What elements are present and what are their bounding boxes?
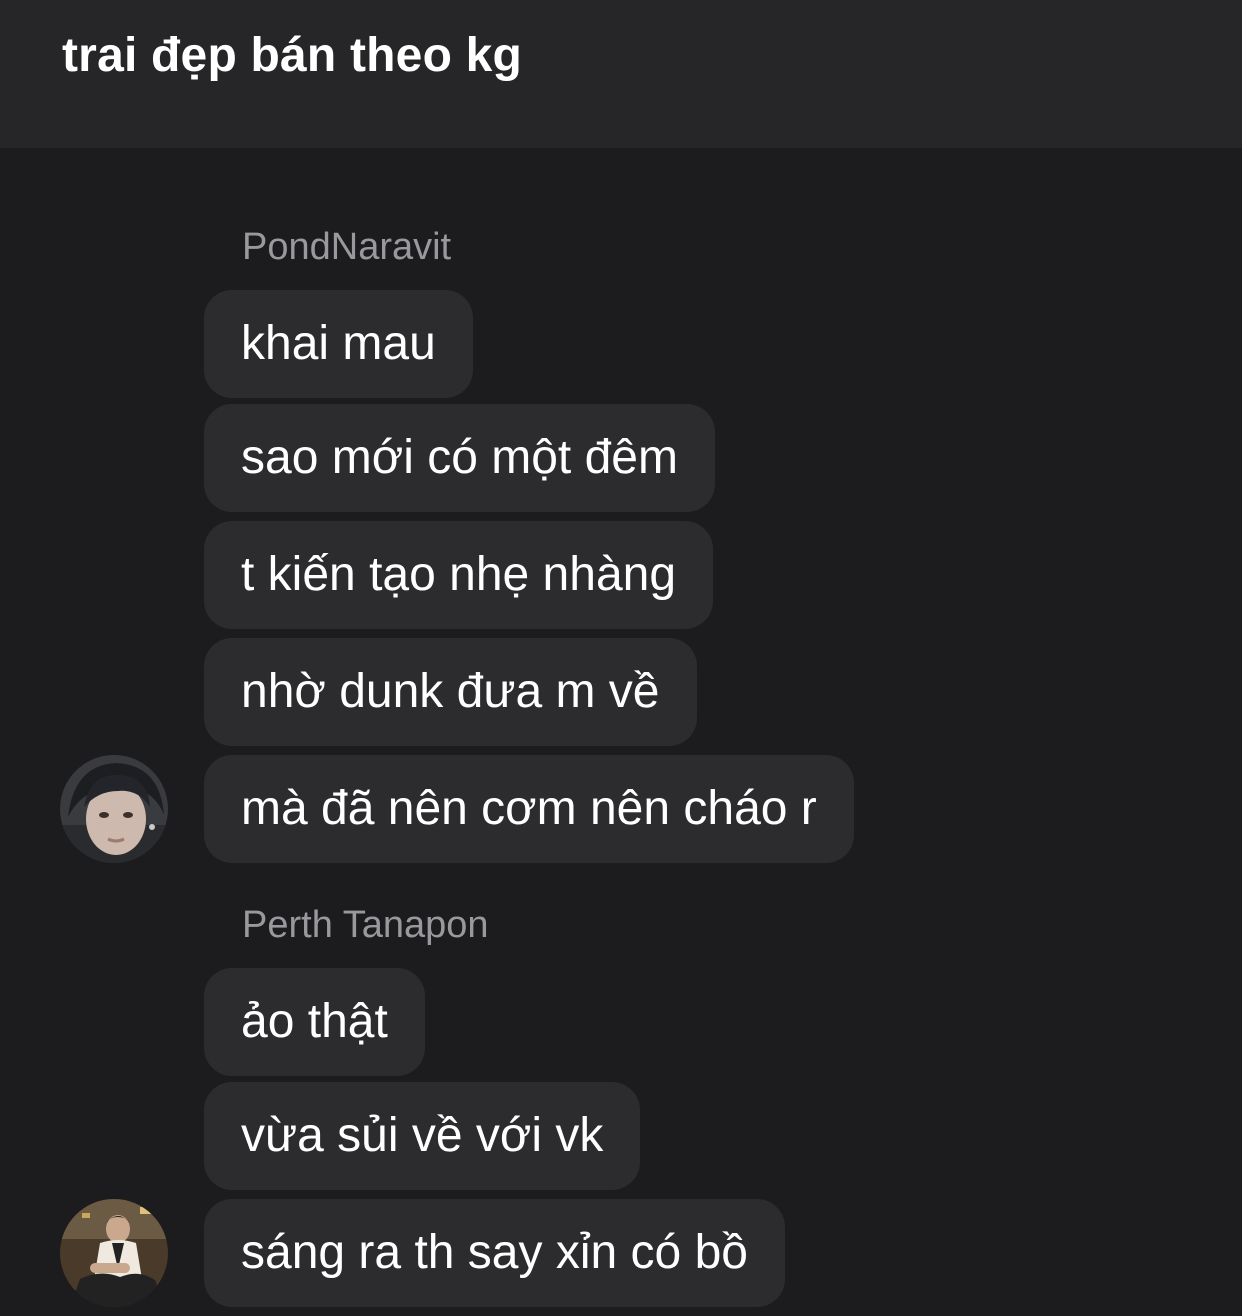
sender-name: PondNaravit bbox=[242, 226, 452, 268]
avatar[interactable] bbox=[60, 1199, 168, 1307]
message-thread[interactable]: PondNaravit khai mau sao mới có một đêm … bbox=[0, 148, 1242, 1316]
profile-photo-icon bbox=[60, 755, 168, 863]
message-bubble[interactable]: vừa sủi về với vk bbox=[204, 1082, 641, 1190]
message-bubble[interactable]: nhờ dunk đưa m về bbox=[204, 638, 697, 746]
sender-name: Perth Tanapon bbox=[242, 904, 489, 946]
profile-photo-icon bbox=[60, 1199, 168, 1307]
message-bubble[interactable]: t kiến tạo nhẹ nhàng bbox=[204, 521, 714, 629]
conversation-header: trai đẹp bán theo kg bbox=[0, 0, 1242, 148]
message-bubble[interactable]: sao mới có một đêm bbox=[204, 404, 715, 512]
message-bubble[interactable]: khai mau bbox=[204, 290, 473, 398]
message-bubble[interactable]: mà đã nên cơm nên cháo r bbox=[204, 755, 854, 863]
message-bubble[interactable]: ảo thật bbox=[204, 968, 425, 1076]
avatar[interactable] bbox=[60, 755, 168, 863]
conversation-title[interactable]: trai đẹp bán theo kg bbox=[62, 28, 522, 83]
message-bubble[interactable]: sáng ra th say xỉn có bồ bbox=[204, 1199, 785, 1307]
